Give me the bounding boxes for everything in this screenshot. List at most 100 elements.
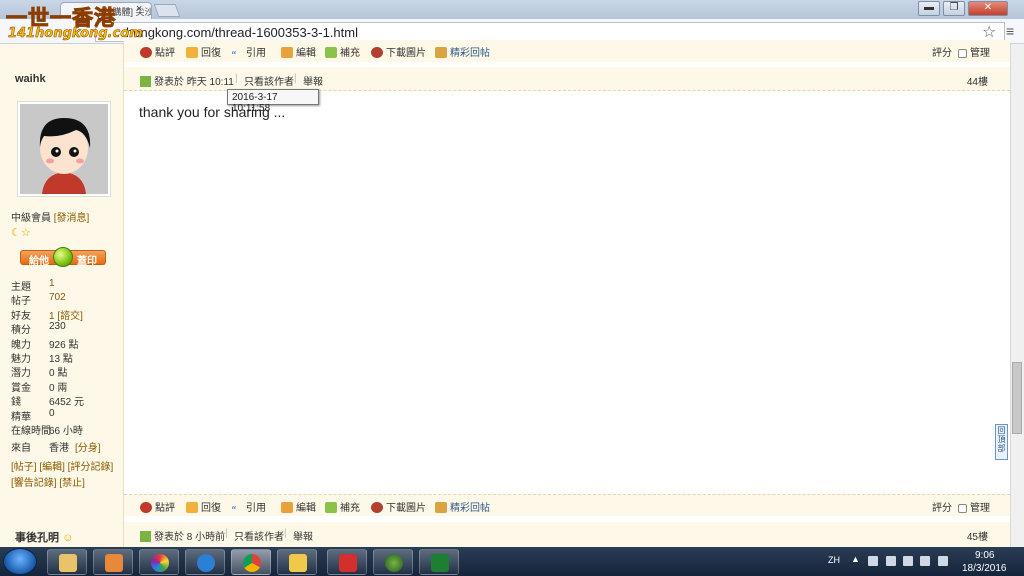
supplement-action[interactable]: 補充 bbox=[325, 44, 360, 59]
tray-app-icon[interactable] bbox=[886, 556, 896, 566]
only-author-link[interactable]: 只看該作者 bbox=[244, 73, 294, 88]
taskbar-media-player[interactable] bbox=[93, 549, 133, 575]
download-icon bbox=[371, 502, 383, 513]
divider: | bbox=[225, 528, 228, 539]
stat-row: 賞金 0 兩 bbox=[11, 379, 67, 394]
minimize-button[interactable]: ▬ bbox=[918, 1, 940, 16]
manage-checkbox[interactable]: 管理 bbox=[958, 44, 990, 59]
online-icon bbox=[140, 76, 151, 87]
stat-label: 潛力 bbox=[11, 368, 31, 380]
stat-label: 錢 bbox=[11, 397, 21, 409]
floor-number[interactable]: 44樓 bbox=[967, 73, 988, 88]
reply-action[interactable]: 回復 bbox=[186, 44, 221, 59]
stat-row: 帖子 702 bbox=[11, 292, 66, 308]
quote-action[interactable]: “引用 bbox=[231, 499, 266, 516]
report-link[interactable]: 舉報 bbox=[293, 528, 313, 543]
vertical-scrollbar[interactable] bbox=[1010, 44, 1024, 547]
back-to-top-button[interactable]: 回頂部 bbox=[995, 424, 1008, 460]
taskbar-media-center[interactable] bbox=[373, 549, 413, 575]
clock-time[interactable]: 9:06 bbox=[975, 550, 994, 561]
profile-links-1[interactable]: [帖子] [編輯] [評分記錄] bbox=[11, 458, 113, 473]
profile-links-2[interactable]: [響告記錄] [禁止] bbox=[11, 474, 85, 489]
stat-row: 潛力 0 點 bbox=[11, 364, 67, 380]
stat-label: 精華 bbox=[11, 411, 31, 423]
taskbar-app-red[interactable] bbox=[327, 549, 367, 575]
download-images-action[interactable]: 下載圖片 bbox=[371, 499, 426, 514]
online-icon bbox=[140, 531, 151, 542]
quote-icon: “ bbox=[231, 505, 236, 516]
post-author[interactable]: waihk bbox=[15, 73, 46, 85]
timestamp-tooltip: 2016-3-17 10:11:58 bbox=[227, 89, 319, 114]
stat-value[interactable]: 1 [諮交] bbox=[49, 307, 83, 322]
reply-action[interactable]: 回復 bbox=[186, 499, 221, 514]
rate-action[interactable]: 點評 bbox=[140, 44, 175, 59]
divider: | bbox=[294, 73, 297, 84]
red-app-icon bbox=[339, 554, 357, 572]
tray-scissors-icon[interactable] bbox=[903, 556, 913, 566]
featured-reply-action[interactable]: 精彩回帖 bbox=[435, 499, 490, 514]
new-tab-button[interactable] bbox=[153, 4, 181, 17]
start-button[interactable] bbox=[3, 548, 37, 575]
stat-value[interactable]: 702 bbox=[49, 292, 66, 303]
edit-action[interactable]: 編輯 bbox=[281, 499, 316, 514]
menu-icon[interactable]: ≡ bbox=[1006, 23, 1014, 39]
quote-action[interactable]: “引用 bbox=[231, 44, 266, 61]
signal-icon[interactable] bbox=[938, 556, 948, 566]
supplement-icon bbox=[325, 502, 337, 513]
flag-icon[interactable] bbox=[920, 556, 930, 566]
featured-reply-action[interactable]: 精彩回帖 bbox=[435, 44, 490, 59]
stat-row: 精華 0 bbox=[11, 408, 55, 423]
send-message-link[interactable]: [發消息] bbox=[54, 213, 90, 224]
language-indicator[interactable]: ZH bbox=[828, 555, 840, 565]
avatar[interactable] bbox=[17, 101, 111, 197]
taskbar-explorer-lib[interactable] bbox=[47, 549, 87, 575]
taskbar-chrome[interactable] bbox=[231, 549, 271, 575]
give-button[interactable]: 給他 bbox=[29, 252, 49, 267]
taskbar-excel[interactable] bbox=[419, 549, 459, 575]
stat-row: 積分 230 bbox=[11, 321, 66, 337]
maximize-button[interactable]: ❐ bbox=[943, 1, 965, 16]
clock-date[interactable]: 18/3/2016 bbox=[962, 563, 1007, 574]
next-post-author[interactable]: 事後孔明 ☺ bbox=[15, 529, 73, 545]
scrollbar-thumb[interactable] bbox=[1012, 362, 1022, 434]
edit-icon bbox=[281, 47, 293, 58]
divider: | bbox=[284, 528, 287, 539]
stamp-button[interactable]: 蓋印 bbox=[77, 252, 97, 267]
stat-label: 積分 bbox=[11, 325, 31, 337]
edit-action[interactable]: 編輯 bbox=[281, 44, 316, 59]
media-player-icon bbox=[105, 554, 123, 572]
bookmark-star-icon[interactable]: ☆ bbox=[982, 22, 996, 42]
taskbar-ie[interactable] bbox=[185, 549, 225, 575]
stat-label: 帖子 bbox=[11, 296, 31, 308]
excel-icon bbox=[431, 554, 449, 572]
manage-checkbox[interactable]: 管理 bbox=[958, 499, 990, 514]
supplement-action[interactable]: 補充 bbox=[325, 499, 360, 514]
address-bar[interactable]: hongkong.com/thread-1600353-3-1.html bbox=[95, 22, 1005, 42]
stat-value: 926 點 bbox=[49, 339, 79, 351]
from-link[interactable]: [分身] bbox=[75, 439, 101, 454]
post-actions-bottom: 點評 回復 “引用 編輯 補充 下載圖片 精彩回帖 評分 管理 bbox=[124, 494, 1010, 516]
posted-time: 發表於 昨天 10:11 bbox=[140, 73, 234, 88]
score-action[interactable]: 評分 bbox=[932, 44, 952, 59]
download-images-action[interactable]: 下載圖片 bbox=[371, 44, 426, 59]
photo-app-icon bbox=[151, 554, 169, 572]
floor-number[interactable]: 45樓 bbox=[967, 528, 988, 543]
tab-close-icon[interactable]: × bbox=[136, 3, 142, 15]
library-icon bbox=[59, 554, 77, 572]
taskbar-file-explorer[interactable] bbox=[277, 549, 317, 575]
reply-icon bbox=[186, 502, 198, 513]
post-info-bar: 發表於 昨天 10:11 | 只看該作者 | 舉報 44樓 bbox=[124, 67, 1010, 91]
rate-action[interactable]: 點評 bbox=[140, 499, 175, 514]
featured-icon bbox=[435, 47, 447, 58]
score-action[interactable]: 評分 bbox=[932, 499, 952, 514]
site-logo[interactable]: 一世一香港 141hongkong.com bbox=[2, 2, 143, 42]
report-link[interactable]: 舉報 bbox=[303, 73, 323, 88]
close-window-button[interactable]: ✕ bbox=[968, 1, 1008, 16]
title-bar bbox=[0, 0, 1024, 19]
stat-value[interactable]: 1 bbox=[49, 278, 55, 289]
taskbar-picasa[interactable] bbox=[139, 549, 179, 575]
tray-expand-icon[interactable]: ▲ bbox=[851, 554, 860, 564]
only-author-link[interactable]: 只看該作者 bbox=[234, 528, 284, 543]
stat-row: 錢 6452 元 bbox=[11, 393, 84, 409]
windows-flag-icon[interactable] bbox=[868, 556, 878, 566]
